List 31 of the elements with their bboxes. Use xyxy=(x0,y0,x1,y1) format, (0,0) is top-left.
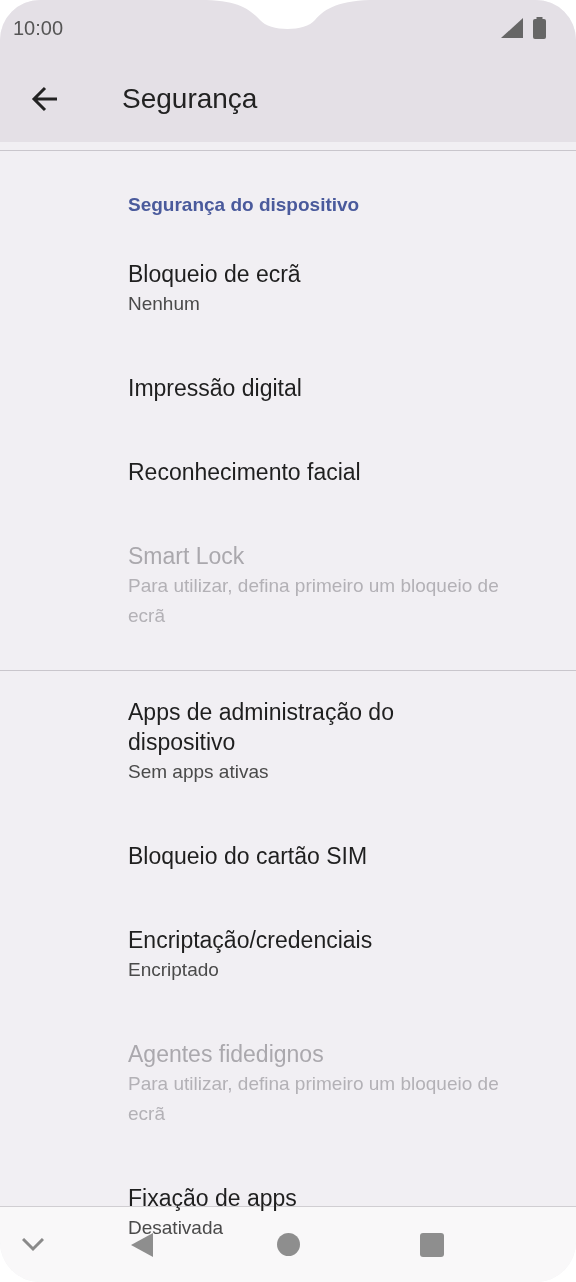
page-title: Segurança xyxy=(122,83,258,115)
home-icon[interactable] xyxy=(277,1233,300,1256)
item-summary: Encriptado xyxy=(128,958,220,982)
status-time: 10:00 xyxy=(13,16,64,40)
item-title: Impressão digital xyxy=(128,373,303,403)
signal-icon xyxy=(501,18,523,38)
item-summary: Para utilizar, defina primeiro um bloqueio de ecrã xyxy=(128,1072,500,1126)
item-title: Agentes fidedignos xyxy=(128,1040,325,1069)
collapse-icon[interactable] xyxy=(22,1237,44,1252)
settings-item[interactable]: Impressão digital xyxy=(0,345,576,430)
settings-item[interactable]: Encriptação/credenciais Encriptado xyxy=(0,898,576,1012)
settings-item[interactable]: Fixação de apps Desativada xyxy=(0,1156,576,1270)
settings-item[interactable]: Apps de administração do dispositivo Sem apps ativas xyxy=(0,670,576,814)
item-summary: Sem apps ativas xyxy=(128,760,270,784)
item-title: Smart Lock xyxy=(128,541,246,571)
settings-item[interactable]: Bloqueio do cartão SIM xyxy=(0,814,576,898)
back-arrow-icon xyxy=(31,86,59,112)
item-title: Bloqueio de ecrã xyxy=(128,259,302,289)
item-title: Apps de administração do dispositivo xyxy=(128,698,395,757)
item-title: Fixação de apps xyxy=(128,1184,298,1213)
item-summary: Para utilizar, defina primeiro um bloqueio de ecrã xyxy=(128,573,500,628)
recents-icon[interactable] xyxy=(420,1232,444,1257)
item-summary: Nenhum xyxy=(128,291,201,316)
section-header: Segurança do dispositivo xyxy=(127,192,361,217)
item-title: Encriptação/credenciais xyxy=(128,926,374,955)
item-title: Reconhecimento facial xyxy=(128,457,362,487)
settings-item[interactable]: Bloqueio de ecrã Nenhum xyxy=(0,231,576,346)
battery-icon xyxy=(533,17,546,39)
item-summary: Desativada xyxy=(128,1216,225,1240)
settings-item[interactable]: Reconhecimento facial xyxy=(0,429,576,514)
item-title: Bloqueio do cartão SIM xyxy=(128,842,369,871)
